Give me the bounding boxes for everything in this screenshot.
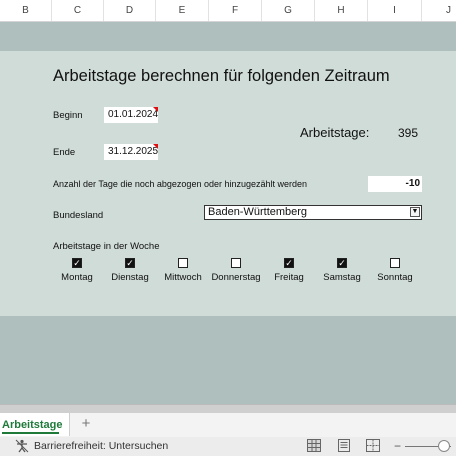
sheet-tab-bar: Arbeitstage + (0, 413, 456, 438)
active-tab-underline (2, 432, 59, 434)
accessibility-status[interactable]: Barrierefreiheit: Untersuchen (34, 440, 168, 452)
column-header-j[interactable]: J (422, 0, 456, 21)
sheet-tab-label: Arbeitstage (2, 419, 63, 431)
ende-label: Ende (53, 147, 76, 158)
zoom-out-button[interactable]: − (394, 439, 401, 453)
checkbox-montag[interactable]: ✓ (72, 258, 82, 268)
column-header-c[interactable]: C (52, 0, 104, 21)
dropdown-arrow-icon[interactable]: ▼ (410, 207, 420, 217)
normal-view-icon[interactable] (307, 439, 321, 452)
beginn-label: Beginn (53, 110, 83, 121)
day-label-sonntag: Sonntag (377, 272, 413, 283)
ende-date-value: 31.12.2025 (108, 146, 159, 157)
column-header-row: B C D E F G H I J (0, 0, 456, 22)
comment-marker-icon[interactable] (153, 107, 158, 112)
bundesland-selected-value: Baden-Württemberg (208, 206, 308, 218)
bundesland-select[interactable]: Baden-Württemberg ▼ (204, 205, 422, 220)
column-header-b[interactable]: B (0, 0, 52, 21)
form-title: Arbeitstage berechnen für folgenden Zeit… (53, 67, 390, 85)
anzahl-input[interactable]: -10 (368, 176, 422, 192)
beginn-date-value: 01.01.2024 (108, 109, 159, 120)
checkbox-mittwoch[interactable]: ✓ (178, 258, 188, 268)
checkbox-samstag[interactable]: ✓ (337, 258, 347, 268)
status-bar: Barrierefreiheit: Untersuchen − (0, 437, 456, 456)
column-header-d[interactable]: D (104, 0, 156, 21)
column-header-i[interactable]: I (368, 0, 422, 21)
zoom-slider-handle[interactable] (438, 440, 450, 452)
sheet-tab-arbeitstage[interactable]: Arbeitstage (0, 413, 70, 436)
ende-date-cell[interactable]: 31.12.2025 (104, 144, 158, 160)
arbeitstage-woche-label: Arbeitstage in der Woche (53, 241, 160, 252)
bundesland-label: Bundesland (53, 210, 104, 221)
page-layout-view-icon[interactable] (337, 439, 351, 452)
checkbox-sonntag[interactable]: ✓ (390, 258, 400, 268)
add-sheet-button[interactable]: + (78, 415, 94, 432)
column-header-h[interactable]: H (315, 0, 368, 21)
accessibility-icon[interactable] (15, 439, 29, 453)
comment-marker-icon[interactable] (153, 144, 158, 149)
arbeitstage-label: Arbeitstage: (300, 125, 370, 140)
anzahl-label: Anzahl der Tage die noch abgezogen oder … (53, 179, 308, 189)
arbeitstage-value: 395 (398, 126, 419, 140)
column-header-f[interactable]: F (209, 0, 262, 21)
checkbox-dienstag[interactable]: ✓ (125, 258, 135, 268)
page-break-view-icon[interactable] (366, 439, 380, 452)
column-header-g[interactable]: G (262, 0, 315, 21)
checkbox-freitag[interactable]: ✓ (284, 258, 294, 268)
checkbox-donnerstag[interactable]: ✓ (231, 258, 241, 268)
top-band (0, 22, 456, 51)
bottom-band (0, 316, 456, 404)
beginn-date-cell[interactable]: 01.01.2024 (104, 107, 158, 123)
column-header-e[interactable]: E (156, 0, 209, 21)
